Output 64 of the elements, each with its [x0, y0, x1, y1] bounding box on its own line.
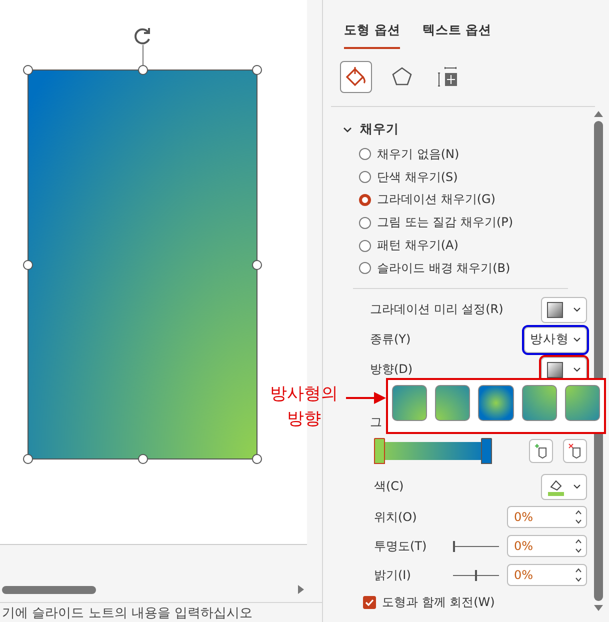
horizontal-scrollbar[interactable] [2, 586, 96, 594]
position-spinbox[interactable]: 0% [507, 506, 587, 528]
brightness-spinbox[interactable]: 0% [507, 564, 587, 586]
rotate-handle-icon[interactable] [133, 26, 153, 46]
transparency-spinbox[interactable]: 0% [507, 535, 587, 558]
radio-button[interactable] [359, 262, 371, 274]
caret-icon [573, 307, 581, 312]
caret-icon [573, 484, 581, 490]
radio-label[interactable]: 슬라이드 배경 채우기(B) [377, 260, 510, 277]
remove-stop-icon [568, 442, 582, 459]
scroll-up-icon[interactable] [594, 111, 602, 117]
field-label: 밝기(I) [374, 566, 411, 584]
caret-icon [573, 337, 581, 342]
collapse-icon[interactable] [343, 126, 352, 132]
section-title: 채우기 [360, 121, 399, 138]
direction-option[interactable] [392, 385, 428, 421]
size-layout-icon [437, 66, 459, 88]
panel-tab[interactable]: 텍스트 옵션 [422, 20, 492, 49]
spin-arrows-icon[interactable] [575, 509, 582, 526]
radio-label[interactable]: 그림 또는 질감 채우기(P) [377, 214, 514, 232]
checkbox[interactable] [363, 596, 376, 610]
annotation-text: 방향 [287, 408, 321, 431]
radio-label[interactable]: 단색 채우기(S) [377, 168, 458, 186]
remove-stop-button[interactable] [563, 438, 587, 463]
radio-button[interactable] [359, 240, 371, 252]
category-button[interactable] [340, 61, 372, 93]
field-label: 그 [370, 414, 382, 431]
direction-option[interactable] [564, 385, 600, 421]
scroll-right-icon[interactable] [298, 585, 304, 594]
gradient-swatch-icon [547, 302, 563, 318]
direction-option[interactable] [522, 385, 557, 421]
annotation-text: 방사형의 [270, 383, 338, 406]
field-label: 투명도(T) [374, 538, 427, 555]
gradient-stop[interactable] [374, 438, 385, 464]
add-stop-icon [534, 442, 548, 459]
radio-label[interactable]: 패턴 채우기(A) [377, 237, 458, 254]
radio-label[interactable]: 그라데이션 채우기(G) [377, 191, 496, 208]
pentagon-icon [391, 66, 413, 88]
paint-bucket-icon [344, 65, 368, 89]
checkbox-label[interactable]: 도형과 함께 회전(W) [382, 594, 495, 612]
field-label: 방향(D) [370, 361, 413, 378]
type-dropdown[interactable]: 방사형 [524, 326, 587, 353]
radio-button[interactable] [359, 148, 371, 160]
panel-tab[interactable]: 도형 옵션 [344, 20, 400, 49]
radio-label[interactable]: 채우기 없음(N) [377, 146, 460, 163]
field-label: 종류(Y) [370, 331, 411, 348]
radio-button[interactable] [359, 216, 371, 229]
scroll-down-icon[interactable] [594, 605, 602, 611]
add-stop-button[interactable] [529, 438, 553, 463]
gradient-stop[interactable] [481, 438, 492, 464]
direction-option[interactable] [435, 385, 470, 421]
spin-arrows-icon[interactable] [575, 538, 582, 554]
field-label: 그라데이션 미리 설정(R) [370, 301, 504, 318]
color-dropdown[interactable] [541, 474, 587, 500]
gradient-rectangle[interactable] [22, 45, 264, 465]
radio-button[interactable] [359, 194, 371, 206]
field-label: 위치(O) [374, 508, 417, 526]
direction-option[interactable] [478, 385, 514, 421]
preset-dropdown[interactable] [541, 296, 587, 323]
field-label: 색(C) [374, 478, 404, 496]
spin-arrows-icon[interactable] [575, 567, 582, 584]
radio-button[interactable] [359, 171, 371, 184]
gradient-swatch-icon [547, 362, 563, 378]
caret-icon [573, 367, 581, 372]
